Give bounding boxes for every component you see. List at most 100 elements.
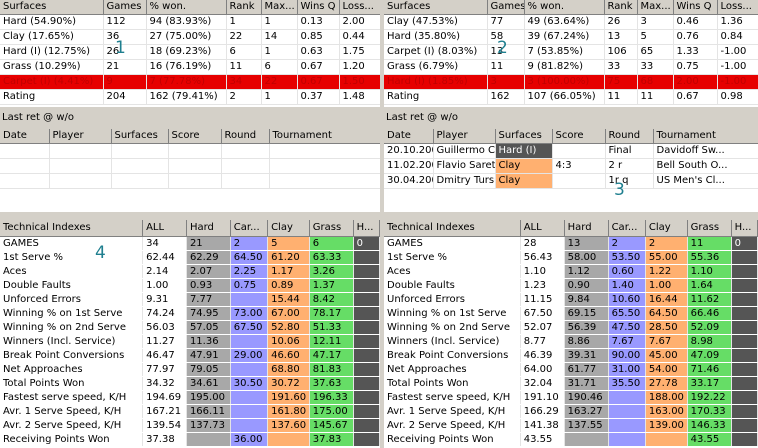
tech-cell: 30.72 — [267, 376, 310, 391]
tech-row[interactable]: Winning % on 1st Serve 67.50 69.15 65.50 64.… — [384, 306, 758, 321]
column-header-left-2[interactable]: % won. — [146, 0, 227, 15]
tech-row[interactable]: 1st Serve % 56.43 58.00 53.50 55.00 55.36 — [384, 250, 758, 265]
tech-row[interactable]: Total Points Won 32.04 31.71 35.50 27.78 33.1… — [384, 376, 758, 391]
stats-cell: 7 (77.78%) — [146, 74, 227, 90]
tech-row[interactable]: Winning % on 2nd Serve 56.03 57.05 67.50 52.… — [0, 320, 380, 335]
stats-row[interactable]: Rating 204 162 (79.41%) 2 1 0.37 1.48 — [0, 89, 380, 105]
tech-cell — [353, 278, 380, 293]
stats-row[interactable]: Hard (I) (1.85%) 3 3 (100.00%) 75 68 2.00 -1.0… — [384, 74, 758, 90]
tech-row[interactable]: GAMES 34 21 2 5 6 0 — [0, 236, 380, 251]
column-header-left-0[interactable]: Surfaces — [0, 0, 104, 15]
tech-row[interactable]: Fastest serve speed, K/H 194.69 195.00 191.… — [0, 390, 380, 405]
tech-cell: 64.50 — [645, 306, 688, 321]
stats-row[interactable]: Clay (17.65%) 36 27 (75.00%) 22 14 0.85 0.44 — [0, 29, 380, 45]
tech-column-header-right-6[interactable]: H... — [731, 220, 758, 237]
match-cell: Bell South O... — [653, 158, 758, 174]
matches-column-header-right-4[interactable]: Round — [605, 129, 654, 144]
tech-row[interactable]: Winners (Incl. Service) 11.27 11.36 10.06 12… — [0, 334, 380, 349]
tech-column-header-left-5[interactable]: Grass — [309, 220, 354, 237]
tech-column-header-left-1[interactable]: ALL — [142, 220, 187, 237]
tech-cell: 1.37 — [309, 278, 354, 293]
tech-row[interactable]: Total Points Won 34.32 34.61 30.50 30.72 37.6… — [0, 376, 380, 391]
tech-row[interactable]: Aces 2.14 2.07 2.25 1.17 3.26 — [0, 264, 380, 279]
column-header-right-4[interactable]: Max... — [637, 0, 674, 15]
stats-row[interactable]: Clay (47.53%) 77 49 (63.64%) 26 3 0.46 1.36 — [384, 14, 758, 30]
tech-row[interactable]: Winning % on 1st Serve 74.24 74.95 73.00 67.… — [0, 306, 380, 321]
matches-column-header-left-4[interactable]: Round — [221, 129, 270, 144]
stats-row[interactable]: Hard (35.80%) 58 39 (67.24%) 13 5 0.76 0.84 — [384, 29, 758, 45]
tech-row[interactable]: Net Approaches 64.00 61.77 31.00 54.00 71.46 — [384, 362, 758, 377]
stats-row[interactable]: Grass (10.29%) 21 16 (76.19%) 11 6 0.67 1.20 — [0, 59, 380, 75]
column-header-right-0[interactable]: Surfaces — [384, 0, 488, 15]
column-header-right-3[interactable]: Rank — [604, 0, 638, 15]
tech-row[interactable]: 1st Serve % 62.44 62.29 64.50 61.20 63.33 — [0, 250, 380, 265]
column-header-right-5[interactable]: Wins Q — [673, 0, 718, 15]
tech-column-header-right-2[interactable]: Hard — [564, 220, 609, 237]
tech-row[interactable]: Avr. 2 Serve Speed, K/H 141.38 137.55 139.0… — [384, 418, 758, 433]
stats-cell: 0.84 — [717, 29, 758, 45]
tech-row[interactable]: Winning % on 2nd Serve 52.07 56.39 47.50 28.… — [384, 320, 758, 335]
tech-row[interactable]: Break Point Conversions 46.39 39.31 90.00 45… — [384, 348, 758, 363]
tech-row[interactable]: Fastest serve speed, K/H 191.10 190.46 188.… — [384, 390, 758, 405]
stats-row[interactable]: Grass (6.79%) 11 9 (81.82%) 33 33 0.75 -1.00 — [384, 59, 758, 75]
column-header-left-5[interactable]: Wins Q — [297, 0, 340, 15]
matches-column-header-left-1[interactable]: Player — [49, 129, 112, 144]
tech-row[interactable]: Avr. 2 Serve Speed, K/H 139.54 137.73 137.6… — [0, 418, 380, 433]
tech-row[interactable]: Receiving Points Won 43.55 43.55 — [384, 432, 758, 447]
tech-row[interactable]: Avr. 1 Serve Speed, K/H 167.21 166.11 161.8… — [0, 404, 380, 419]
match-cell: Clay — [495, 158, 553, 174]
tech-row[interactable]: Winners (Incl. Service) 8.77 8.86 7.67 7.67 8… — [384, 334, 758, 349]
tech-row[interactable]: Aces 1.10 1.12 0.60 1.22 1.10 — [384, 264, 758, 279]
tech-cell — [731, 278, 758, 293]
tech-row[interactable]: Double Faults 1.23 0.90 1.40 1.00 1.64 — [384, 278, 758, 293]
column-header-left-3[interactable]: Rank — [226, 0, 262, 15]
tech-column-header-left-3[interactable]: Car... — [230, 220, 269, 237]
stats-row[interactable]: Carpet (I) (8.03%) 13 7 (53.85%) 106 65 1.33-… — [384, 44, 758, 60]
tech-row[interactable]: Avr. 1 Serve Speed, K/H 166.29 163.27 163.0… — [384, 404, 758, 419]
matches-column-header-right-5[interactable]: Tournament — [653, 129, 758, 144]
tech-row[interactable]: Unforced Errors 9.31 7.77 15.44 8.42 — [0, 292, 380, 307]
tech-column-header-right-5[interactable]: Grass — [687, 220, 732, 237]
column-header-right-1[interactable]: Games — [487, 0, 525, 15]
column-header-right-6[interactable]: Loss... — [717, 0, 758, 15]
match-row[interactable]: 11.02.2002Flavio SarettaClay4:32 rBell S… — [384, 158, 758, 174]
tech-row[interactable]: Double Faults 1.00 0.93 0.75 0.89 1.37 — [0, 278, 380, 293]
tech-row[interactable]: Break Point Conversions 46.47 47.91 29.00 46… — [0, 348, 380, 363]
match-cell: Final — [605, 143, 654, 159]
stats-row[interactable]: Hard (I) (12.75%) 26 18 (69.23%) 6 1 0.63 1.75 — [0, 44, 380, 60]
tech-column-header-right-1[interactable]: ALL — [520, 220, 565, 237]
tech-row[interactable]: Net Approaches 77.97 79.05 68.80 81.83 — [0, 362, 380, 377]
tech-column-header-left-6[interactable]: H... — [353, 220, 380, 237]
stats-row[interactable]: Carpet (I) (4.41%) 9 7 (77.78%) 34 22 0.67 1.5… — [0, 74, 380, 90]
tech-column-header-left-0[interactable]: Technical Indexes — [0, 220, 144, 237]
matches-column-header-right-0[interactable]: Date — [384, 129, 434, 144]
stats-cell: Hard (54.90%) — [0, 14, 104, 30]
tech-cell: 163.00 — [645, 404, 688, 419]
tech-row[interactable]: Unforced Errors 11.15 9.84 10.60 16.44 11.62 — [384, 292, 758, 307]
column-header-left-6[interactable]: Loss... — [339, 0, 380, 15]
matches-column-header-right-3[interactable]: Score — [552, 129, 606, 144]
matches-column-header-right-1[interactable]: Player — [433, 129, 496, 144]
match-row[interactable]: 20.10.2003Guillermo CoriaHard (I) FinalDa… — [384, 143, 758, 159]
matches-column-header-left-2[interactable]: Surfaces — [111, 129, 169, 144]
stats-row[interactable]: Hard (54.90%) 112 94 (83.93%) 1 1 0.13 2.00 — [0, 14, 380, 30]
tech-row[interactable]: GAMES 28 13 2 2 11 0 — [384, 236, 758, 251]
column-header-right-2[interactable]: % won. — [524, 0, 605, 15]
matches-column-header-left-5[interactable]: Tournament — [269, 129, 380, 144]
match-row[interactable]: 30.04.2001Dmitry TursunovClay 1r qUS Men'… — [384, 173, 758, 189]
column-header-left-4[interactable]: Max... — [261, 0, 298, 15]
match-cell — [552, 173, 606, 189]
stats-cell: 6 — [226, 44, 262, 60]
column-header-left-1[interactable]: Games — [103, 0, 147, 15]
tech-column-header-right-0[interactable]: Technical Indexes — [384, 220, 521, 237]
matches-column-header-right-2[interactable]: Surfaces — [495, 129, 553, 144]
tech-column-header-left-2[interactable]: Hard — [186, 220, 231, 237]
tech-column-header-left-4[interactable]: Clay — [267, 220, 310, 237]
stats-row[interactable]: Rating 162 107 (66.05%) 11 11 0.67 0.98 — [384, 89, 758, 105]
tech-column-header-right-3[interactable]: Car... — [608, 220, 646, 237]
tech-cell: Total Points Won — [384, 376, 521, 391]
matches-column-header-left-3[interactable]: Score — [168, 129, 222, 144]
tech-row[interactable]: Receiving Points Won 37.38 36.00 37.83 — [0, 432, 380, 447]
matches-column-header-left-0[interactable]: Date — [0, 129, 50, 144]
tech-column-header-right-4[interactable]: Clay — [645, 220, 688, 237]
